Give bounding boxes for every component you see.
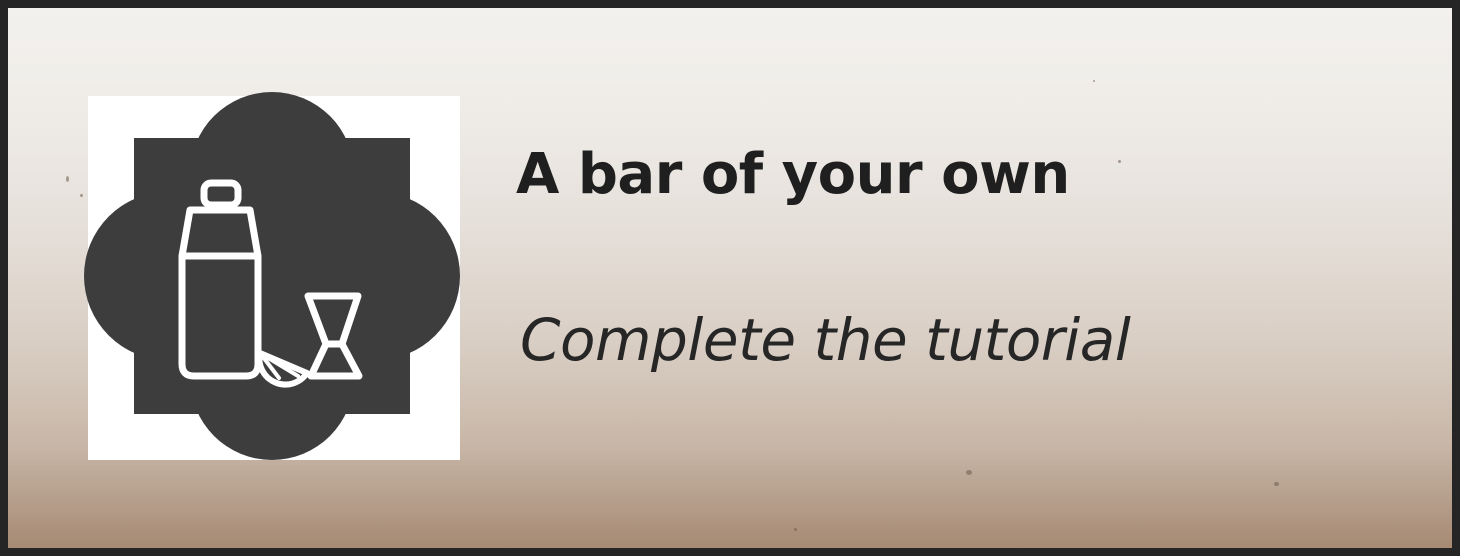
achievement-title: A bar of your own	[516, 142, 1070, 207]
background-speck	[1093, 80, 1095, 82]
achievement-description: Complete the tutorial	[520, 306, 1131, 374]
background-speck	[66, 176, 69, 182]
background-speck	[1274, 482, 1279, 486]
achievement-card: A bar of your own Complete the tutorial	[0, 0, 1460, 556]
background-speck	[966, 470, 972, 475]
background-speck	[794, 528, 797, 531]
background-speck	[1118, 160, 1121, 163]
cocktail-shaker-lime-jigger-icon	[84, 92, 460, 460]
achievement-icon-frame	[84, 92, 460, 460]
